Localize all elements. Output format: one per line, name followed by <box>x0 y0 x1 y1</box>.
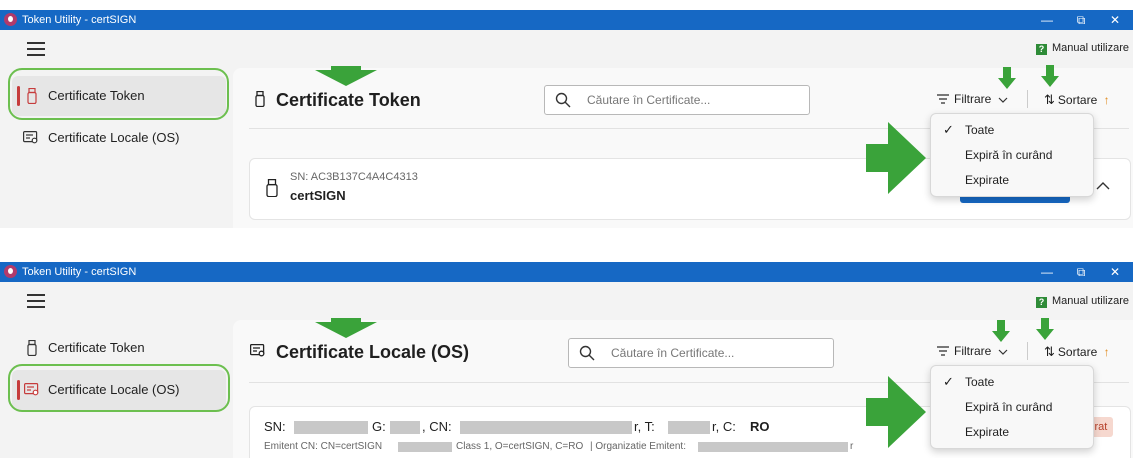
token-icon <box>27 340 37 356</box>
close-button[interactable]: ✕ <box>1101 263 1129 281</box>
checkmark-icon: ✓ <box>943 374 954 389</box>
title-bar: Token Utility - certSIGN — ⧉ ✕ <box>0 262 1133 282</box>
filter-button[interactable]: Filtrare <box>936 344 1008 358</box>
filter-dropdown: ✓ Toate Expiră în curând Expirate <box>930 365 1094 449</box>
manual-link[interactable]: ? Manual utilizare <box>1035 295 1129 308</box>
chevron-down-icon <box>998 97 1008 103</box>
filter-icon <box>937 346 949 356</box>
redacted-block <box>698 442 848 452</box>
search-icon <box>555 92 571 108</box>
app-logo-icon <box>4 265 17 278</box>
search-placeholder: Căutare în Certificate... <box>587 93 711 107</box>
right-arrow-annotation-icon <box>866 122 926 194</box>
cn-label: , CN: <box>422 419 452 434</box>
page-title: Certificate Locale (OS) <box>276 342 470 362</box>
sort-label: Sortare <box>1057 345 1098 359</box>
token-icon <box>255 91 265 107</box>
sidebar-item-label: Certificate Token <box>48 340 145 355</box>
toolbar-divider <box>1027 90 1028 108</box>
sidebar-item-certificate-locale[interactable]: Certificate Locale (OS) <box>12 118 226 158</box>
certificate-icon <box>250 344 265 357</box>
sort-button[interactable]: ⇅ Sortare ↑ <box>1044 344 1110 360</box>
sort-direction-icon: ↑ <box>1103 93 1110 107</box>
close-button[interactable]: ✕ <box>1101 11 1129 29</box>
g-label: G: <box>372 419 386 434</box>
highlight-outline <box>8 68 229 120</box>
manual-label: Manual utilizare <box>1051 42 1129 54</box>
down-arrow-annotation-icon <box>992 320 1010 342</box>
hamburger-menu-icon[interactable] <box>27 42 45 56</box>
filter-option-all[interactable]: ✓ Toate <box>931 370 1093 394</box>
filter-option-all[interactable]: ✓ Toate <box>931 118 1093 142</box>
redacted-block <box>668 421 710 434</box>
country-value: RO <box>750 419 770 434</box>
app-logo-icon <box>4 13 17 26</box>
sidebar-item-certificate-token[interactable]: Certificate Token <box>12 328 226 368</box>
window-title: Token Utility - certSIGN <box>22 14 137 26</box>
page-title: Certificate Token <box>276 90 421 110</box>
search-input[interactable]: Căutare în Certificate... <box>544 85 810 115</box>
window-gap <box>0 228 1133 262</box>
maximize-button[interactable]: ⧉ <box>1067 263 1095 281</box>
down-arrow-annotation-icon <box>1041 65 1059 87</box>
highlight-outline <box>8 364 230 412</box>
filter-option-expiring[interactable]: Expiră în curând <box>931 143 1093 167</box>
title-bar: Token Utility - certSIGN — ⧉ ✕ <box>0 10 1133 30</box>
sn-label: SN: <box>264 419 286 434</box>
down-arrow-annotation-icon <box>315 66 377 86</box>
sort-button[interactable]: ⇅ Sortare ↑ <box>1044 92 1110 108</box>
sort-icon: ⇅ <box>1044 344 1055 359</box>
filter-option-expiring[interactable]: Expiră în curând <box>931 395 1093 419</box>
certificate-name: certSIGN <box>290 188 346 203</box>
c-label: r, C: <box>712 419 736 434</box>
search-placeholder: Căutare în Certificate... <box>611 346 735 360</box>
right-arrow-annotation-icon <box>866 376 926 448</box>
minimize-button[interactable]: — <box>1033 11 1061 29</box>
sort-label: Sortare <box>1057 93 1098 107</box>
checkmark-icon: ✓ <box>943 122 954 137</box>
manual-label: Manual utilizare <box>1051 295 1129 307</box>
issuer-class: Class 1, O=certSIGN, C=RO <box>456 441 584 452</box>
down-arrow-annotation-icon <box>998 67 1016 89</box>
filter-label: Filtrare <box>954 92 992 106</box>
filter-icon <box>937 94 949 104</box>
issuer-cn: Emitent CN: CN=certSIGN <box>264 441 383 452</box>
search-input[interactable]: Căutare în Certificate... <box>568 338 834 368</box>
search-icon <box>579 345 595 361</box>
filter-button[interactable]: Filtrare <box>936 92 1008 106</box>
redacted-block <box>294 421 368 434</box>
redacted-block <box>398 442 452 452</box>
serial-number: SN: AC3B137C4A4C4313 <box>290 171 418 183</box>
help-icon: ? <box>1035 297 1047 308</box>
manual-link[interactable]: ? Manual utilizare <box>1035 42 1129 55</box>
filter-option-expired[interactable]: Expirate <box>931 168 1093 192</box>
window-title: Token Utility - certSIGN <box>22 266 137 278</box>
chevron-up-icon[interactable] <box>1096 181 1110 190</box>
filter-option-expired[interactable]: Expirate <box>931 420 1093 444</box>
down-arrow-annotation-icon <box>1036 318 1054 340</box>
maximize-button[interactable]: ⧉ <box>1067 11 1095 29</box>
filter-label: Filtrare <box>954 344 992 358</box>
filter-dropdown: ✓ Toate Expiră în curând Expirate <box>930 113 1094 197</box>
token-icon <box>266 179 278 197</box>
sort-direction-icon: ↑ <box>1103 345 1110 359</box>
top-window: Token Utility - certSIGN — ⧉ ✕ ? Manual u… <box>0 10 1133 228</box>
redacted-block <box>390 421 420 434</box>
sidebar-item-label: Certificate Locale (OS) <box>48 130 180 145</box>
bottom-window: Token Utility - certSIGN — ⧉ ✕ ? Manual u… <box>0 262 1133 458</box>
help-icon: ? <box>1035 44 1047 55</box>
chevron-down-icon <box>998 349 1008 355</box>
issuer-org-label: | Organizatie Emitent: <box>590 441 686 452</box>
hamburger-menu-icon[interactable] <box>27 294 45 308</box>
toolbar-divider <box>1027 342 1028 360</box>
t-label: r, T: <box>634 419 655 434</box>
sort-icon: ⇅ <box>1044 92 1055 107</box>
down-arrow-annotation-icon <box>315 318 377 338</box>
minimize-button[interactable]: — <box>1033 263 1061 281</box>
redacted-block <box>460 421 632 434</box>
subject-line: SN: G: , CN: r, T: r, C: RO <box>264 419 824 437</box>
issuer-end: r <box>850 441 854 452</box>
issuer-line: Emitent CN: CN=certSIGN Class 1, O=certS… <box>264 441 864 455</box>
certificate-icon <box>23 131 38 144</box>
